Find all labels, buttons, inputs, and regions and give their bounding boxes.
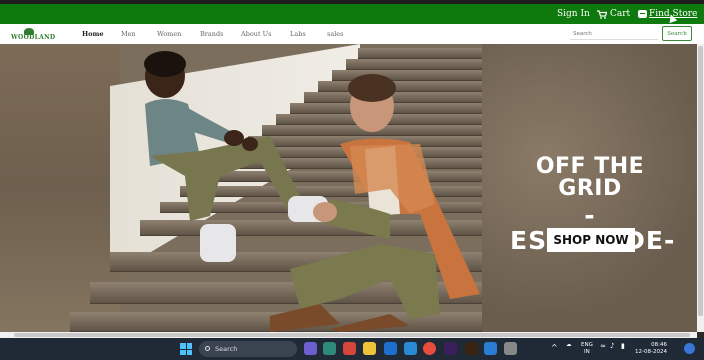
wifi-icon[interactable]: ≈ — [600, 342, 606, 350]
cart-icon — [597, 9, 607, 19]
nav-labs[interactable]: Labs — [290, 30, 306, 38]
windows-taskbar: Search ^ ☁ ENG IN ≈ ♪ ▮ 08:46 12-08-2024 — [0, 338, 704, 360]
taskbar-search[interactable]: Search — [199, 341, 297, 357]
vscode-icon[interactable] — [484, 342, 497, 355]
top-header-bar: Sign In Cart Find Store — [0, 4, 704, 24]
app-icon[interactable] — [323, 342, 336, 355]
clock-time: 08:46 — [651, 342, 667, 348]
nav-home[interactable]: Home — [82, 30, 104, 38]
logo-wordmark: WOODLAND — [11, 34, 56, 41]
teams-icon[interactable] — [304, 342, 317, 355]
clock-date: 12-08-2024 — [635, 349, 667, 355]
language-indicator[interactable]: ENG IN — [581, 342, 593, 356]
copilot-icon[interactable] — [684, 343, 695, 354]
hero-banner[interactable]: OFF THE GRID -ESCAPADE- SHOP NOW — [0, 44, 697, 332]
nav-men[interactable]: Men — [121, 30, 136, 38]
premiere-icon[interactable] — [444, 342, 457, 355]
file-explorer-icon[interactable] — [363, 342, 376, 355]
brand-logo[interactable]: WOODLAND — [11, 28, 55, 42]
windows-start-icon[interactable] — [180, 343, 192, 355]
battery-icon[interactable]: ▮ — [621, 342, 625, 350]
search-input[interactable] — [570, 28, 658, 40]
vertical-scroll-thumb[interactable] — [698, 46, 703, 316]
tray-chevron-icon[interactable]: ^ — [551, 343, 558, 352]
nav-brands[interactable]: Brands — [200, 30, 223, 38]
chrome-icon[interactable] — [423, 342, 436, 355]
system-clock[interactable]: 08:46 12-08-2024 — [635, 342, 667, 356]
cart-link[interactable]: Cart — [597, 9, 630, 19]
volume-icon[interactable]: ♪ — [610, 342, 614, 350]
store-app-icon[interactable] — [384, 342, 397, 355]
cart-label: Cart — [610, 9, 631, 19]
shop-now-button[interactable]: SHOP NOW — [547, 228, 635, 252]
office-icon[interactable] — [343, 342, 356, 355]
search-icon — [205, 346, 210, 351]
nav-sales[interactable]: sales — [327, 30, 343, 38]
sign-in-link[interactable]: Sign In — [557, 9, 590, 19]
model-right-image — [270, 74, 480, 332]
main-navbar: WOODLAND Home Men Women Brands About Us … — [0, 24, 704, 44]
taskbar-search-label: Search — [215, 345, 238, 353]
horizontal-scroll-thumb[interactable] — [14, 333, 690, 337]
cloud-icon[interactable]: ☁ — [566, 342, 572, 348]
illustrator-icon[interactable] — [465, 342, 478, 355]
app-icon-2[interactable] — [504, 342, 517, 355]
region-code: IN — [584, 349, 590, 355]
language-code: ENG — [581, 342, 593, 348]
search-button[interactable]: Search — [662, 26, 692, 41]
nav-about-us[interactable]: About Us — [241, 30, 271, 38]
mail-icon[interactable] — [404, 342, 417, 355]
store-icon — [638, 10, 647, 18]
headline-line-1: OFF THE GRID — [535, 154, 645, 201]
nav-women[interactable]: Women — [157, 30, 181, 38]
